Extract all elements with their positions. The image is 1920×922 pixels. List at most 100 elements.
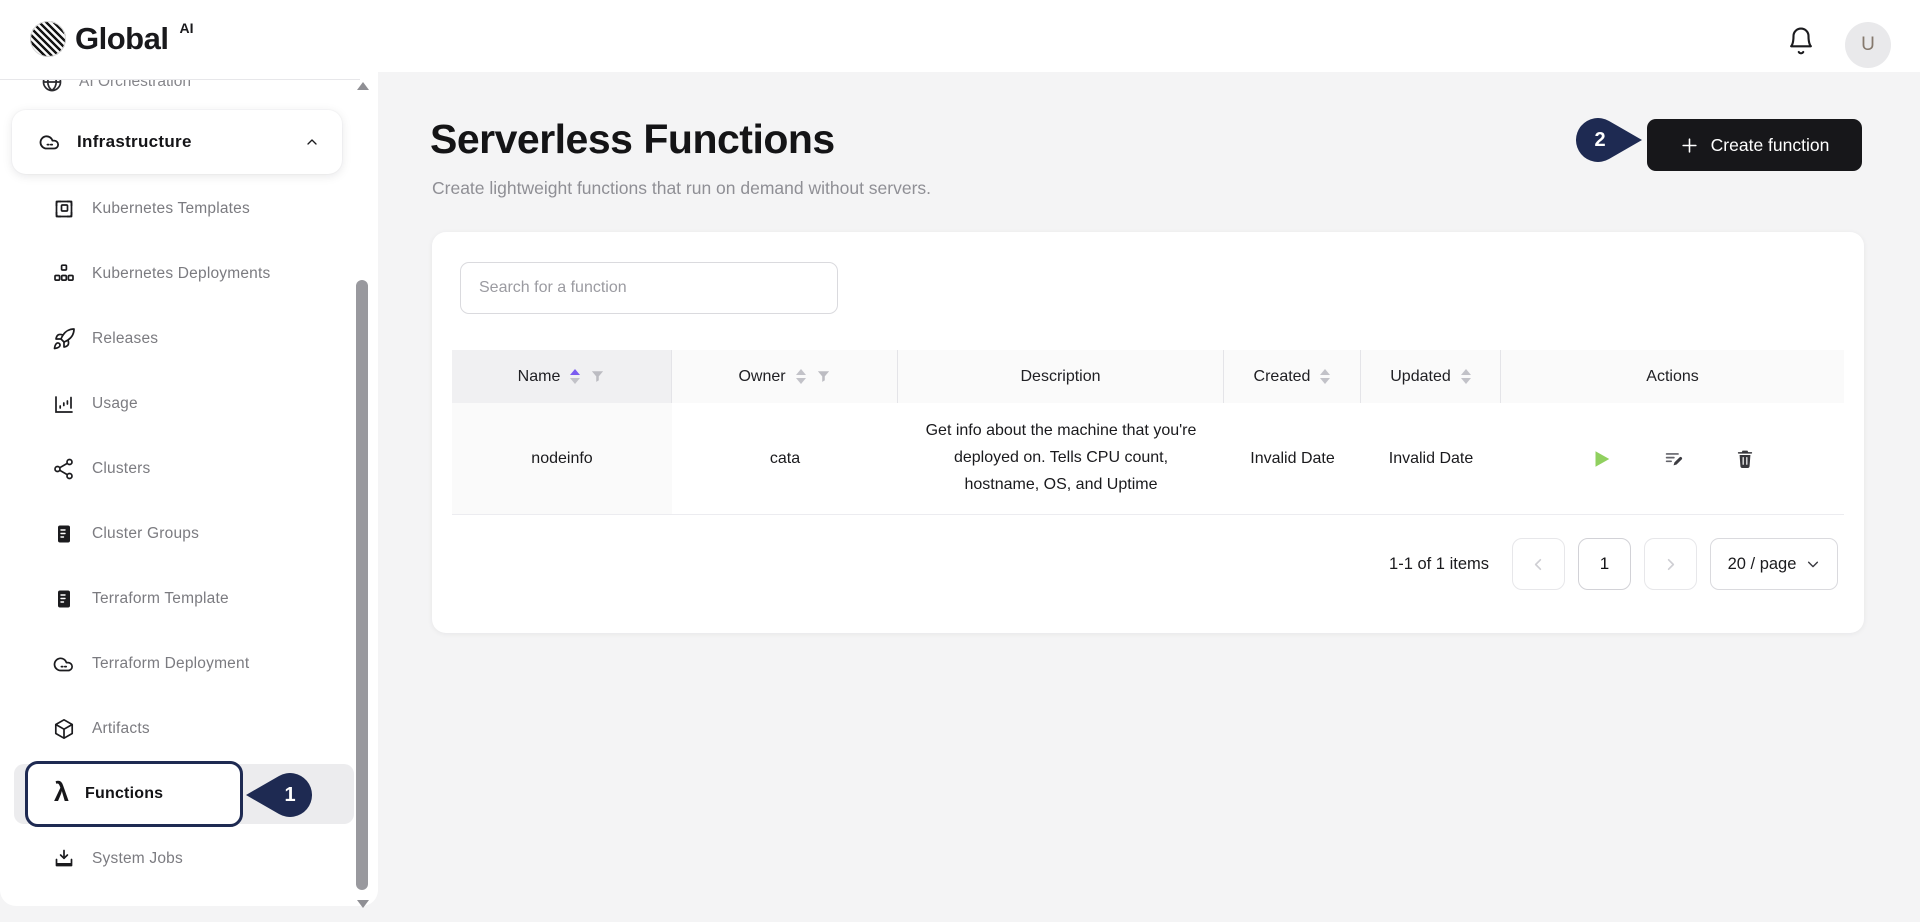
sidebar-item-label: Usage (92, 395, 138, 413)
sort-descending-icon[interactable] (1461, 378, 1471, 384)
sort-carets (1461, 369, 1471, 384)
cube-icon (52, 717, 76, 741)
sidebar-item-usage[interactable]: Usage (0, 372, 350, 436)
column-header-name[interactable]: Name (452, 350, 672, 403)
delete-function-icon[interactable] (1734, 448, 1756, 470)
rocket-icon (52, 327, 76, 351)
sidebar-section-label: Infrastructure (77, 132, 192, 152)
functions-table: Name Owner Description (452, 350, 1844, 515)
app-window: Global AI U AI Orchestration (0, 0, 1920, 922)
run-function-icon[interactable] (1590, 448, 1612, 470)
annotation-number: 1 (268, 772, 312, 818)
brand-name-superscript: AI (179, 20, 193, 36)
sidebar-item-system-jobs[interactable]: System Jobs (0, 827, 350, 891)
sidebar-item-label: Terraform Deployment (92, 655, 249, 673)
sidebar-scrollbar-thumb[interactable] (356, 280, 368, 890)
document-icon (52, 587, 76, 611)
column-header-label: Actions (1646, 368, 1698, 386)
sidebar-item-terraform-template[interactable]: Terraform Template (0, 567, 350, 631)
sidebar-item-artifacts[interactable]: Artifacts (0, 697, 350, 761)
sidebar-scroll-down-arrow[interactable] (357, 900, 369, 908)
sort-carets (570, 369, 580, 384)
sidebar-item-label: Artifacts (92, 720, 150, 738)
chevron-up-icon[interactable] (304, 134, 320, 150)
document-icon (52, 522, 76, 546)
sidebar-item-releases[interactable]: Releases (0, 307, 350, 371)
sidebar-item-kubernetes-deployments[interactable]: Kubernetes Deployments (0, 242, 350, 306)
sidebar-section-infrastructure[interactable]: Infrastructure (12, 110, 342, 174)
kubernetes-deployments-icon (52, 262, 76, 286)
previous-page-button[interactable] (1512, 538, 1565, 590)
column-header-description: Description (898, 350, 1224, 403)
sidebar: AI Orchestration Infrastructure Kubernet… (0, 72, 378, 906)
avatar-initial: U (1861, 34, 1875, 56)
table-header-row: Name Owner Description (452, 350, 1844, 403)
column-header-label: Owner (738, 368, 785, 386)
sidebar-item-clusters[interactable]: Clusters (0, 437, 350, 501)
chevron-left-icon (1531, 557, 1546, 572)
column-header-label: Name (518, 368, 561, 386)
sidebar-item-label: Cluster Groups (92, 525, 199, 543)
sort-ascending-icon[interactable] (1320, 369, 1330, 375)
page-size-select[interactable]: 20 / page (1710, 538, 1838, 590)
page-size-value: 20 / page (1728, 555, 1797, 574)
column-header-updated[interactable]: Updated (1361, 350, 1501, 403)
create-function-label: Create function (1711, 135, 1830, 156)
lambda-icon: λ (54, 779, 69, 806)
cloud-icon (38, 130, 62, 154)
create-function-button[interactable]: Create function (1647, 119, 1862, 171)
search-input[interactable] (460, 262, 838, 314)
pagination-summary: 1-1 of 1 items (1389, 555, 1489, 574)
sidebar-scroll-up-arrow[interactable] (357, 82, 369, 90)
sidebar-item-functions[interactable]: λ Functions (25, 761, 243, 827)
sort-ascending-icon[interactable] (1461, 369, 1471, 375)
cell-updated: Invalid Date (1361, 403, 1501, 514)
plus-icon (1680, 136, 1699, 155)
sidebar-item-label: Terraform Template (92, 590, 229, 608)
column-header-owner[interactable]: Owner (672, 350, 898, 403)
sort-carets (1320, 369, 1330, 384)
brand-name: Global (75, 21, 168, 57)
sort-ascending-icon[interactable] (796, 369, 806, 375)
page-title: Serverless Functions (430, 116, 835, 163)
top-bar: Global AI U (0, 0, 1920, 72)
column-header-label: Created (1254, 368, 1311, 386)
sidebar-item-terraform-deployment[interactable]: Terraform Deployment (0, 632, 350, 696)
column-header-created[interactable]: Created (1224, 350, 1361, 403)
brand-logo: Global AI (30, 21, 193, 57)
sort-ascending-icon[interactable] (570, 369, 580, 375)
sidebar-item-label: Clusters (92, 460, 150, 478)
annotation-step-2: 2 (1576, 117, 1644, 163)
sidebar-item-ai-orchestration-clipped[interactable]: AI Orchestration (0, 80, 360, 100)
sort-descending-icon[interactable] (570, 378, 580, 384)
filter-icon[interactable] (590, 369, 605, 384)
page-number: 1 (1600, 554, 1609, 574)
sidebar-item-label: Functions (85, 785, 163, 803)
next-page-button[interactable] (1644, 538, 1697, 590)
chevron-right-icon (1663, 557, 1678, 572)
column-header-actions: Actions (1501, 350, 1844, 403)
sidebar-item-cluster-groups[interactable]: Cluster Groups (0, 502, 350, 566)
annotation-step-1: 1 (244, 772, 312, 818)
edit-function-icon[interactable] (1662, 448, 1684, 470)
sidebar-item-kubernetes-templates[interactable]: Kubernetes Templates (0, 177, 350, 241)
table-row: nodeinfo cata Get info about the machine… (452, 403, 1844, 515)
column-header-label: Description (1020, 368, 1100, 386)
cell-actions (1501, 403, 1844, 514)
column-header-label: Updated (1390, 368, 1451, 386)
cloud-icon (52, 652, 76, 676)
page-number-button[interactable]: 1 (1578, 538, 1631, 590)
functions-table-card: Name Owner Description (432, 232, 1864, 633)
page-subtitle: Create lightweight functions that run on… (432, 178, 931, 199)
sort-descending-icon[interactable] (1320, 378, 1330, 384)
filter-icon[interactable] (816, 369, 831, 384)
pagination: 1-1 of 1 items 1 20 / page (1389, 536, 1838, 592)
sidebar-item-label: Kubernetes Deployments (92, 265, 270, 283)
usage-chart-icon (52, 392, 76, 416)
sidebar-item-label: Kubernetes Templates (92, 200, 250, 218)
user-avatar[interactable]: U (1845, 22, 1891, 68)
sort-descending-icon[interactable] (796, 378, 806, 384)
cell-description: Get info about the machine that you're d… (898, 403, 1224, 514)
sidebar-item-label: AI Orchestration (79, 80, 191, 91)
notifications-bell-icon[interactable] (1786, 26, 1816, 56)
